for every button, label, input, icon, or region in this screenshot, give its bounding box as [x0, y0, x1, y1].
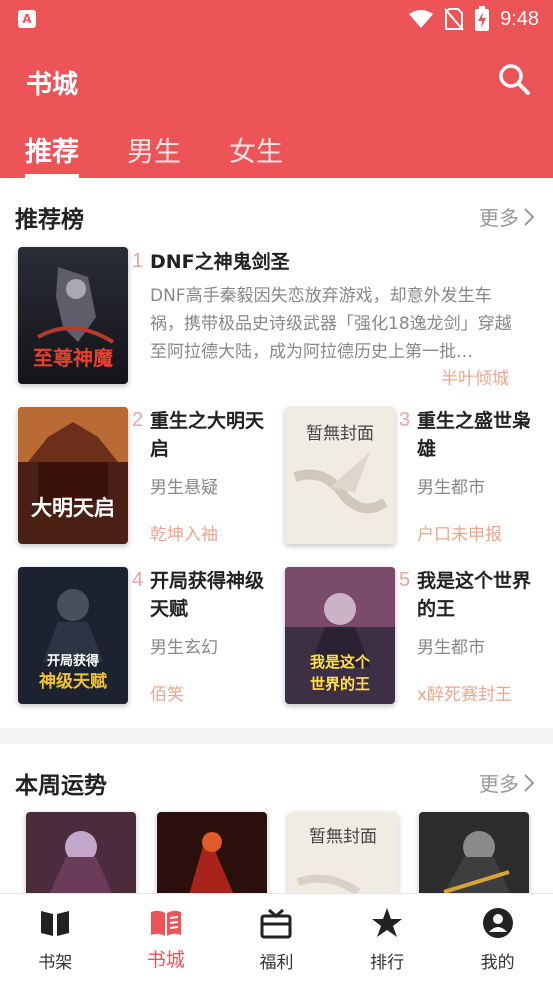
book-genre: 男生都市	[417, 638, 485, 658]
book-cover[interactable]: 暂無封面	[285, 407, 395, 544]
chevron-right-icon	[524, 207, 535, 226]
weekly-fortune-section: 本周运势 更多 暂無封面	[0, 744, 553, 902]
cover-title-text: 暂無封面	[306, 424, 374, 444]
more-link[interactable]: 更多	[479, 768, 535, 797]
book-cover[interactable]: 开局获得 神级天赋	[18, 567, 128, 704]
section-title: 推荐榜	[15, 207, 84, 233]
bottom-navigation: 书架 书城 福利 排行 我的	[0, 893, 553, 983]
book-cover[interactable]: 至尊神魔	[18, 247, 128, 384]
status-time: 9:48	[500, 7, 539, 30]
rank-number: 4	[132, 569, 144, 591]
book-title[interactable]: 重生之盛世枭雄	[417, 407, 542, 463]
book-genre: 男生悬疑	[150, 478, 218, 498]
book-author: 佰笑	[150, 685, 184, 705]
category-tabs: 推荐 男生 女生	[25, 130, 283, 178]
cover-title-text: 世界的王	[310, 675, 370, 693]
book-author: 乾坤入袖	[150, 525, 218, 545]
book-cover[interactable]	[26, 812, 136, 902]
book-description: DNF高手秦毅因失恋放弃游戏，却意外发生车祸，携带极品史诗级武器「强化18逸龙剑…	[150, 286, 512, 362]
status-bar: A 9:48	[0, 0, 553, 40]
more-link[interactable]: 更多	[479, 202, 535, 231]
more-label: 更多	[479, 206, 519, 230]
cover-title-text: 神级天赋	[39, 671, 107, 692]
book-title[interactable]: 重生之大明天启	[150, 407, 275, 463]
nav-ranking[interactable]: 排行	[332, 894, 443, 983]
book-cover[interactable]	[157, 812, 267, 902]
nav-label: 书架	[38, 953, 73, 973]
wifi-icon	[409, 10, 434, 28]
book-genre: 男生都市	[417, 478, 485, 498]
book-cover[interactable]: 暂無封面	[288, 812, 398, 902]
rank-number: 3	[399, 409, 411, 431]
recommend-ranking-section: 推荐榜 更多 至尊神魔 1 DNF之神鬼剑圣 DNF高手秦毅因失恋放弃游戏，却意…	[0, 178, 553, 728]
rank-number: 5	[399, 569, 411, 591]
search-icon[interactable]	[497, 62, 531, 96]
book-cover[interactable]: 我是这个 世界的王	[285, 567, 395, 704]
app-header: A 9:48 书城 推荐 男生 女生	[0, 0, 553, 178]
book-cover[interactable]: 大明天启	[18, 407, 128, 544]
cover-title-text: 至尊神魔	[33, 346, 113, 370]
profile-icon	[482, 908, 513, 938]
nav-welfare[interactable]: 福利	[221, 894, 332, 983]
book-title[interactable]: 开局获得神级天赋	[150, 567, 275, 623]
more-label: 更多	[479, 772, 519, 796]
nav-label: 我的	[480, 953, 515, 973]
book-title[interactable]: 我是这个世界的王	[417, 567, 542, 623]
book-author: 户口未申报	[417, 525, 502, 545]
tab-male[interactable]: 男生	[127, 130, 181, 178]
book-title[interactable]: DNF之神鬼剑圣	[150, 248, 540, 276]
status-indicators: 9:48	[408, 6, 539, 32]
cover-title-text: 大明天启	[31, 496, 115, 520]
gift-icon	[260, 908, 292, 939]
nav-label: 排行	[370, 953, 405, 973]
ranking-icon	[372, 908, 403, 937]
book-genre: 男生玄幻	[150, 638, 218, 658]
nav-bookstore[interactable]: 书城	[111, 894, 222, 983]
nav-label: 书城	[146, 949, 185, 971]
chevron-right-icon	[524, 773, 535, 792]
book-cover[interactable]	[419, 812, 529, 902]
battery-charging-icon	[475, 6, 490, 31]
book-author: x醉死赛封王	[417, 685, 513, 705]
app-notification-icon: A	[18, 10, 36, 28]
section-title: 本周运势	[15, 773, 107, 799]
no-sim-icon	[444, 8, 464, 31]
svg-text:我是这个: 我是这个	[310, 653, 371, 671]
book-author: 半叶倾城	[441, 369, 509, 389]
nav-bookshelf[interactable]: 书架	[0, 894, 111, 983]
bookshelf-icon	[41, 911, 70, 936]
rank-number: 1	[132, 250, 144, 272]
cover-title-text: 暂無封面	[309, 827, 377, 847]
tab-female[interactable]: 女生	[229, 130, 283, 178]
rank-number: 2	[132, 409, 144, 431]
svg-text:开局获得: 开局获得	[47, 653, 99, 669]
tab-recommend[interactable]: 推荐	[25, 130, 79, 178]
nav-label: 福利	[259, 953, 294, 973]
bookstore-icon	[150, 910, 181, 936]
nav-profile[interactable]: 我的	[442, 894, 553, 983]
page-title: 书城	[26, 70, 79, 100]
